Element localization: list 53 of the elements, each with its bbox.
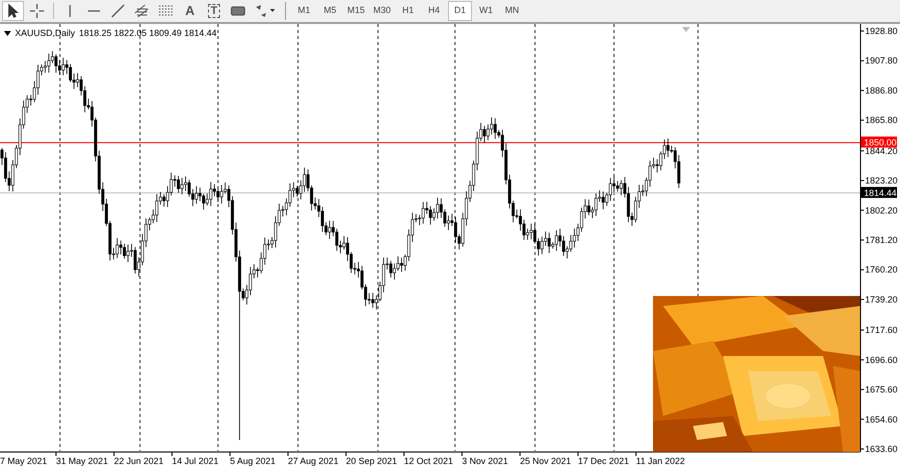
horizontal-line-icon	[88, 10, 100, 12]
date-label: 5 Aug 2021	[230, 456, 276, 466]
timeframe-button[interactable]: H1	[396, 1, 420, 21]
price-label: 1675.60	[865, 384, 898, 395]
price-label: 1739.20	[865, 294, 898, 304]
date-label: 22 Jun 2021	[114, 456, 164, 466]
text-label-icon: T	[208, 4, 220, 18]
price-label: 1654.60	[865, 414, 898, 424]
price-label: 1928.80	[865, 26, 898, 36]
timeframe-button[interactable]: M5	[318, 1, 342, 21]
date-label: 3 Nov 2021	[462, 456, 508, 466]
date-label: 20 Sep 2021	[346, 456, 398, 466]
price-label: 1907.80	[865, 56, 898, 66]
date-label: 11 Jan 2022	[636, 456, 685, 466]
dropdown-triangle-icon	[4, 30, 11, 36]
crosshair-icon	[29, 3, 45, 19]
ohlc-values: 1818.25 1822.05 1809.49 1814.44	[79, 28, 217, 38]
price-label: 1886.80	[865, 85, 898, 96]
timeframe-button[interactable]: M1	[292, 1, 316, 21]
channel-icon	[134, 3, 150, 19]
timeframe-button[interactable]: H4	[422, 1, 446, 21]
timeframe-button[interactable]: W1	[474, 1, 498, 21]
date-label: 31 May 2021	[56, 456, 108, 466]
trend-line-icon	[110, 3, 126, 19]
date-label: 27 Aug 2021	[288, 456, 339, 466]
price-label: 1844.20	[865, 146, 898, 156]
tool-button[interactable]: T	[203, 1, 225, 21]
text-tool-icon: A	[185, 3, 195, 19]
date-label: 14 Jul 2021	[172, 456, 219, 466]
price-label: 1717.60	[865, 325, 898, 336]
symbol-label: XAUUSD,Daily	[15, 28, 76, 38]
price-label: 1802.20	[865, 205, 898, 216]
price-label: 1781.20	[865, 235, 898, 245]
arrows-icon	[254, 3, 276, 19]
timeframe-button[interactable]: M15	[344, 1, 368, 21]
date-label: 17 Dec 2021	[578, 456, 630, 466]
timeframe-button[interactable]: M30	[370, 1, 394, 21]
bid-price-tag: 1814.44	[861, 186, 897, 198]
timeframe-button[interactable]: MN	[500, 1, 524, 21]
date-label: 12 Oct 2021	[404, 456, 454, 466]
price-label: 1865.80	[865, 115, 898, 126]
tool-button[interactable]: A	[179, 1, 201, 21]
level-price-tag: 1850.00	[861, 136, 897, 148]
date-label: 7 May 2021	[0, 456, 48, 466]
shift-marker-icon	[682, 27, 690, 32]
price-label: 1760.20	[865, 264, 898, 275]
timeframe-button[interactable]: D1	[448, 1, 472, 21]
tool-button[interactable]	[2, 1, 24, 21]
price-label: 1823.20	[865, 176, 898, 186]
price-label: 1696.60	[865, 354, 898, 365]
date-label: 25 Nov 2021	[520, 456, 572, 466]
vertical-line-icon	[69, 5, 71, 17]
price-label: 1633.60	[865, 444, 898, 454]
